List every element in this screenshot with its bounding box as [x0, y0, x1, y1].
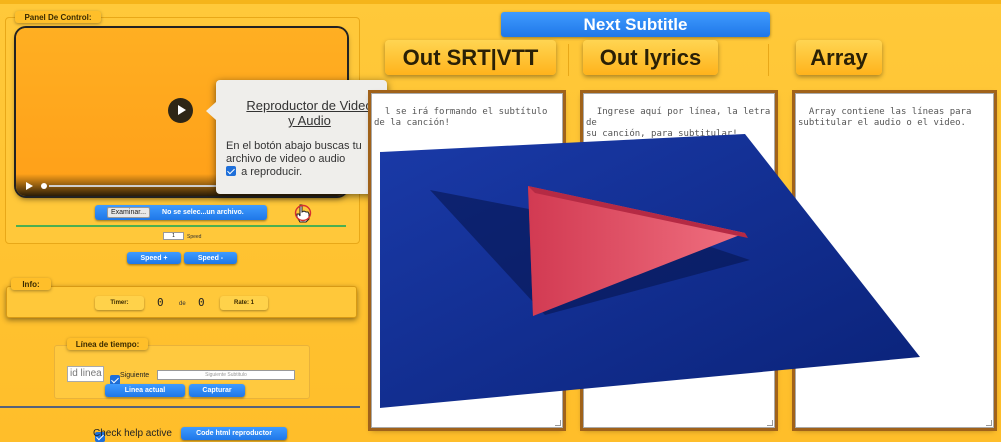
tooltip-title: Reproductor de Video y Audio	[246, 98, 373, 128]
tooltip-body-text: En el botón abajo buscas tu archivo de v…	[226, 140, 362, 165]
timeline-legend: Línea de tiempo:	[67, 338, 148, 350]
resize-grip-icon[interactable]	[555, 420, 561, 426]
bottom-divider	[0, 406, 360, 408]
speed-input[interactable]: 1	[163, 232, 184, 240]
top-strip	[0, 0, 1001, 4]
timer-label: Timer:	[95, 296, 144, 310]
srt-output-text: l se irá formando el subtítulo de la can…	[374, 107, 548, 128]
separator	[768, 44, 769, 76]
rate-label: Rate: 1	[220, 296, 268, 310]
divider	[16, 225, 346, 227]
help-tooltip: Reproductor de Video y Audio En el botón…	[206, 80, 387, 194]
checkbox-icon	[226, 166, 236, 176]
next-subtitle-button[interactable]: Next Subtitle	[501, 12, 770, 37]
tab-out-srt-vtt[interactable]: Out SRT|VTT	[385, 40, 556, 75]
pointer-hand-icon	[294, 204, 312, 223]
of-label: de	[179, 301, 186, 307]
capture-button[interactable]: Capturar	[189, 384, 245, 397]
tab-out-lyrics[interactable]: Out lyrics	[583, 40, 718, 75]
file-status: No se selec...un archivo.	[162, 209, 244, 216]
play-icon[interactable]	[168, 98, 193, 123]
array-textarea[interactable]: Array contiene las líneas para subtitula…	[795, 93, 994, 428]
next-subtitle-input[interactable]: Siguiente Subtitulo	[157, 370, 295, 380]
current-count: 0	[157, 296, 164, 309]
seek-track[interactable]	[49, 185, 219, 187]
array-text: Array contiene las líneas para subtitula…	[798, 107, 972, 128]
siguiente-label: Siguiente	[120, 372, 150, 379]
total-count: 0	[198, 296, 205, 309]
tooltip-body-text-2: a reproducir.	[241, 166, 303, 178]
current-line-button[interactable]: Linea actual	[105, 384, 185, 397]
file-input[interactable]: Examinar... No se selec...un archivo.	[95, 205, 267, 220]
resize-grip-icon[interactable]	[767, 420, 773, 426]
separator	[568, 44, 569, 76]
speed-minus-button[interactable]: Speed -	[184, 252, 237, 264]
speed-label: Speed	[187, 234, 202, 240]
control-play-icon[interactable]	[26, 182, 33, 190]
lyrics-text: Ingrese aquí por línea, la letra de su c…	[586, 107, 771, 139]
control-panel-legend: Panel De Control:	[15, 11, 101, 23]
line-id-input[interactable]: id linea	[67, 366, 104, 382]
browse-button[interactable]: Examinar...	[107, 207, 151, 218]
speed-plus-button[interactable]: Speed +	[127, 252, 181, 264]
tooltip-body: En el botón abajo buscas tu archivo de v…	[226, 140, 377, 179]
code-html-button[interactable]: Code html reproductor	[181, 427, 287, 440]
tab-array[interactable]: Array	[796, 40, 882, 75]
info-legend: Info:	[11, 278, 51, 290]
seek-handle[interactable]	[41, 183, 47, 189]
srt-output-textarea[interactable]: l se irá formando el subtítulo de la can…	[371, 93, 563, 428]
lyrics-textarea[interactable]: Ingrese aquí por línea, la letra de su c…	[583, 93, 775, 428]
help-label: Check help active	[93, 428, 172, 439]
resize-grip-icon[interactable]	[986, 420, 992, 426]
